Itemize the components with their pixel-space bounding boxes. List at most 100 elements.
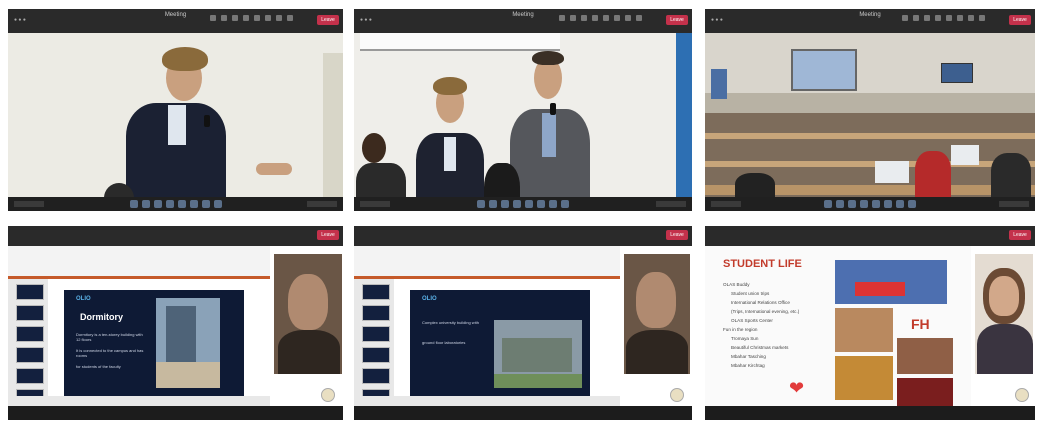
raise-hand-icon[interactable] — [321, 388, 335, 402]
taskbar-apps — [477, 200, 569, 208]
title-bar: ● ● ● Meeting Leave — [705, 9, 1035, 33]
camera-icon[interactable] — [265, 15, 271, 21]
app-icon[interactable] — [129, 200, 138, 208]
slide-text-line: It is connected to the campus and has ro… — [76, 348, 144, 358]
slide-thumbnail[interactable] — [362, 305, 390, 321]
camera-icon[interactable] — [957, 15, 963, 21]
chat-icon[interactable] — [902, 15, 908, 21]
view-icon[interactable] — [935, 15, 941, 21]
slide-brand: OLIO — [76, 296, 91, 302]
chair — [484, 163, 520, 197]
app-icon[interactable] — [153, 200, 162, 208]
mic-icon[interactable] — [625, 15, 631, 21]
taskbar-search[interactable] — [711, 201, 741, 207]
raise-hand-icon[interactable] — [670, 388, 684, 402]
app-icon[interactable] — [501, 200, 509, 208]
bullet: Fun in the region — [723, 327, 758, 332]
mic-icon[interactable] — [968, 15, 974, 21]
leave-button[interactable]: Leave — [317, 15, 339, 25]
slide-thumbnail[interactable] — [16, 284, 44, 300]
slide-thumbnail[interactable] — [16, 368, 44, 384]
people-icon[interactable] — [221, 15, 227, 21]
raise-hand-icon[interactable] — [1015, 388, 1029, 402]
more-icon[interactable] — [603, 15, 609, 21]
camera-icon[interactable] — [614, 15, 620, 21]
share-icon[interactable] — [636, 15, 642, 21]
app-icon[interactable] — [872, 200, 880, 208]
taskbar — [354, 197, 692, 211]
app-icon[interactable] — [860, 200, 868, 208]
powerpoint-window: OLIO Dormitory Dormitory is a ten-storey… — [8, 246, 270, 406]
react-icon[interactable] — [924, 15, 930, 21]
people-icon[interactable] — [570, 15, 576, 21]
app-icon[interactable] — [165, 200, 174, 208]
app-icon[interactable] — [489, 200, 497, 208]
slide-thumbnail[interactable] — [16, 347, 44, 363]
slide-thumbnail[interactable] — [362, 347, 390, 363]
react-icon[interactable] — [232, 15, 238, 21]
participant-face — [989, 276, 1019, 316]
seated-person — [356, 163, 406, 197]
app-icon[interactable] — [525, 200, 533, 208]
react-icon[interactable] — [581, 15, 587, 21]
app-icon[interactable] — [549, 200, 557, 208]
microphone — [204, 115, 210, 127]
slide-thumbnail[interactable] — [16, 326, 44, 342]
slide-text-line: ground floor laboratories — [422, 340, 466, 345]
leave-button[interactable]: Leave — [1009, 15, 1031, 25]
app-icon[interactable] — [201, 200, 210, 208]
slide-thumbnail[interactable] — [362, 368, 390, 384]
taskbar-search[interactable] — [360, 201, 390, 207]
title-bar: Leave — [8, 226, 343, 246]
more-icon[interactable] — [254, 15, 260, 21]
app-icon[interactable] — [836, 200, 844, 208]
video-feed — [8, 33, 343, 197]
side-banner — [711, 69, 727, 99]
app-icon[interactable] — [513, 200, 521, 208]
wall — [323, 53, 343, 197]
window-title: Meeting — [859, 12, 881, 18]
powerpoint-window: OLIO Complex university building with gr… — [354, 246, 620, 406]
student-life-slide: STUDENT LIFE OLAS Buddy Student union tr… — [705, 246, 971, 406]
chat-icon[interactable] — [210, 15, 216, 21]
app-icon[interactable] — [189, 200, 198, 208]
chat-icon[interactable] — [559, 15, 565, 21]
photo-event — [897, 378, 953, 406]
view-icon[interactable] — [243, 15, 249, 21]
app-icon[interactable] — [177, 200, 186, 208]
video-feed — [354, 33, 692, 197]
view-icon[interactable] — [592, 15, 598, 21]
status-bar — [8, 396, 270, 406]
leave-button[interactable]: Leave — [666, 230, 688, 240]
app-icon[interactable] — [213, 200, 222, 208]
leave-button[interactable]: Leave — [1009, 230, 1031, 240]
app-icon[interactable] — [896, 200, 904, 208]
app-icon[interactable] — [477, 200, 485, 208]
speaker-hair — [162, 47, 208, 71]
app-icon[interactable] — [848, 200, 856, 208]
photo-flags — [835, 260, 947, 304]
app-icon[interactable] — [884, 200, 892, 208]
slide-canvas: OLIO Complex university building with gr… — [410, 290, 590, 398]
slide-thumbnail[interactable] — [362, 284, 390, 300]
leave-button[interactable]: Leave — [666, 15, 688, 25]
leave-button[interactable]: Leave — [317, 230, 339, 240]
app-icon[interactable] — [141, 200, 150, 208]
more-icon[interactable] — [946, 15, 952, 21]
app-icon[interactable] — [537, 200, 545, 208]
speaker-left-shirt — [444, 137, 456, 171]
share-icon[interactable] — [287, 15, 293, 21]
people-icon[interactable] — [913, 15, 919, 21]
mic-icon[interactable] — [276, 15, 282, 21]
ribbon — [8, 246, 270, 279]
app-icon[interactable] — [908, 200, 916, 208]
bullet: Beautiful Christmas markets — [731, 345, 789, 350]
ribbon — [354, 246, 620, 279]
app-icon[interactable] — [824, 200, 832, 208]
taskbar-search[interactable] — [14, 201, 44, 207]
slide-thumbnail[interactable] — [362, 326, 390, 342]
banner — [676, 33, 692, 197]
slide-thumbnail[interactable] — [16, 305, 44, 321]
share-icon[interactable] — [979, 15, 985, 21]
app-icon[interactable] — [561, 200, 569, 208]
